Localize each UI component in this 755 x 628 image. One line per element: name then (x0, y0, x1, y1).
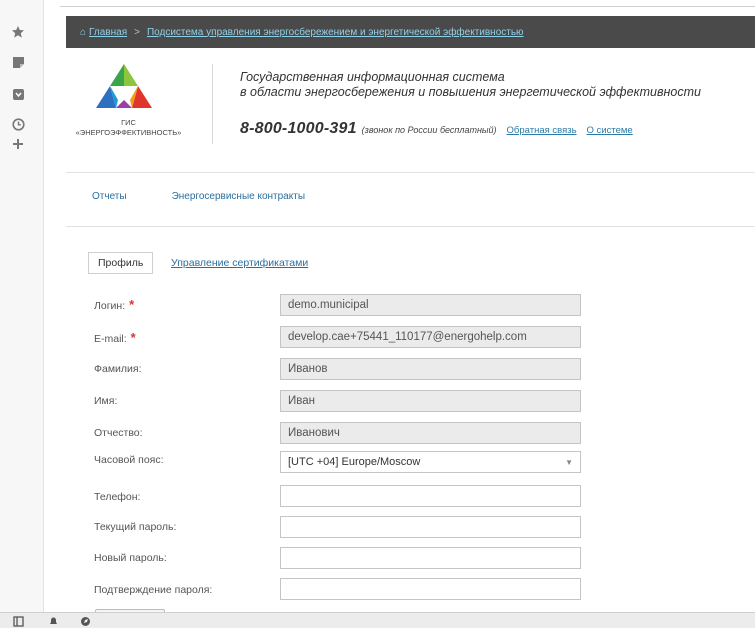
patronymic-field[interactable]: Иванович (280, 422, 581, 444)
sidebar-icon[interactable] (12, 615, 24, 627)
contact-row: 8-800-1000-391 (звонок по России бесплат… (240, 120, 633, 138)
feedback-link[interactable]: Обратная связь (507, 125, 577, 136)
star-icon[interactable] (10, 24, 26, 40)
lastname-label: Фамилия: (94, 363, 142, 375)
nav-item-energy-contracts[interactable]: Энергосервисные контракты (172, 191, 305, 202)
browser-bottom-bar (0, 612, 755, 628)
phone-label: Телефон: (94, 491, 141, 503)
about-link[interactable]: О системе (587, 125, 633, 136)
system-title-line2: в области энергосбережения и повышения э… (240, 85, 701, 99)
logo-caption-line2: «ЭНЕРГОЭФФЕКТИВНОСТЬ» (75, 128, 182, 137)
chevron-down-icon: ▼ (565, 457, 573, 467)
note-icon[interactable] (10, 54, 26, 70)
home-icon[interactable]: ⌂ (80, 27, 86, 38)
header-separator (66, 172, 755, 173)
email-field[interactable]: develop.cae+75441_110177@energohelp.com (280, 326, 581, 348)
timezone-select[interactable]: [UTC +04] Europe/Moscow ▼ (280, 451, 581, 473)
patronymic-label: Отчество: (94, 427, 143, 439)
lastname-field[interactable]: Иванов (280, 358, 581, 380)
login-label-text: Логин: (94, 300, 126, 312)
browser-sidebar (0, 0, 44, 612)
main-nav: Отчеты Энергосервисные контракты (92, 191, 350, 202)
logo-caption: ГИС «ЭНЕРГОЭФФЕКТИВНОСТЬ» (66, 118, 191, 138)
system-title: Государственная информационная система в… (240, 70, 701, 100)
clock-icon[interactable] (10, 116, 26, 132)
breadcrumb-home-link[interactable]: Главная (89, 27, 127, 38)
hotline-note: (звонок по России бесплатный) (361, 125, 497, 135)
plus-icon[interactable] (10, 136, 26, 152)
email-label: E-mail: * (94, 330, 136, 345)
breadcrumb-current-link[interactable]: Подсистема управления энергосбережением … (147, 27, 524, 38)
header-divider (212, 64, 213, 144)
nav-separator (66, 226, 755, 227)
save-icon[interactable] (10, 86, 26, 102)
login-label: Логин: * (94, 297, 134, 312)
confirm-password-field[interactable] (280, 578, 581, 600)
phone-field[interactable] (280, 485, 581, 507)
tab-certificates[interactable]: Управление сертификатами (171, 257, 308, 269)
system-title-line1: Государственная информационная система (240, 70, 505, 84)
firstname-label: Имя: (94, 395, 118, 407)
page-top-border (44, 0, 755, 12)
timezone-value: [UTC +04] Europe/Moscow (288, 456, 421, 468)
hotline-phone: 8-800-1000-391 (240, 120, 357, 137)
email-label-text: E-mail: (94, 333, 127, 345)
new-password-label: Новый пароль: (94, 552, 167, 564)
bell-icon[interactable] (47, 615, 59, 627)
required-mark: * (129, 297, 135, 312)
current-password-label: Текущий пароль: (94, 521, 177, 533)
timezone-label: Часовой пояс: (94, 454, 164, 466)
logo-caption-line1: ГИС (121, 118, 136, 127)
confirm-password-label: Подтверждение пароля: (94, 584, 213, 596)
login-field[interactable]: demo.municipal (280, 294, 581, 316)
tab-profile[interactable]: Профиль (88, 252, 154, 274)
required-mark: * (130, 330, 136, 345)
new-password-field[interactable] (280, 547, 581, 569)
nav-item-reports[interactable]: Отчеты (92, 191, 127, 202)
breadcrumb: ⌂ Главная > Подсистема управления энерго… (66, 16, 755, 48)
breadcrumb-separator: > (134, 26, 140, 38)
current-password-field[interactable] (280, 516, 581, 538)
compass-icon[interactable] (79, 615, 91, 627)
firstname-field[interactable]: Иван (280, 390, 581, 412)
